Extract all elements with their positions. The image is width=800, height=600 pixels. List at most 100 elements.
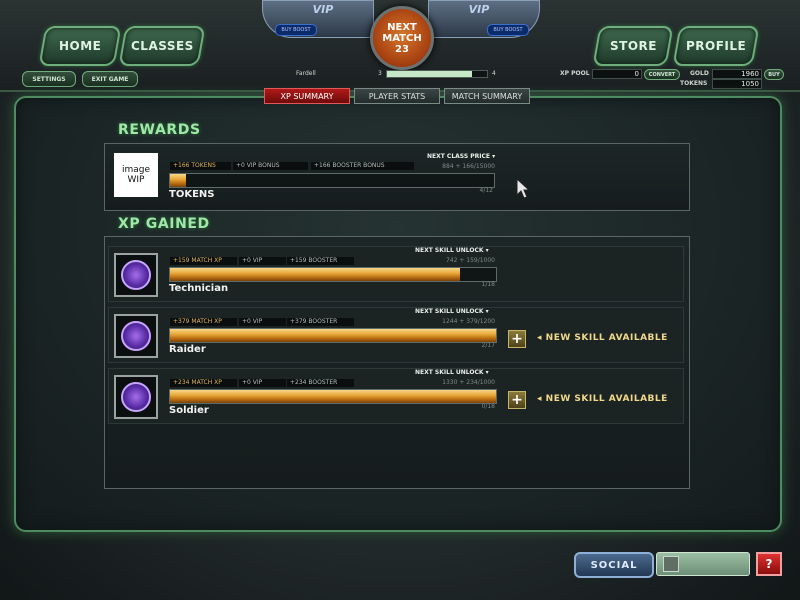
reward-progress-text: 884 + 166/15000: [442, 163, 495, 170]
buy-boost-right-button[interactable]: BUY BOOST: [487, 24, 529, 36]
gold-label: GOLD: [690, 70, 709, 77]
next-match-button[interactable]: NEXT MATCH 23: [370, 6, 434, 70]
skill-count: 1/18: [481, 281, 495, 288]
buy-gold-button[interactable]: BUY: [764, 69, 784, 80]
skill-pill-match-xp: +379 MATCH XP: [170, 318, 237, 326]
xp-pool-value: 0: [592, 69, 642, 79]
skill-emblem: [121, 321, 151, 351]
next-skill-unlock-text: NEXT SKILL UNLOCK: [415, 247, 484, 254]
social-button[interactable]: SOCIAL: [574, 552, 654, 578]
next-class-price-text: NEXT CLASS PRICE: [427, 153, 491, 160]
arrow-left-icon: ◂: [537, 333, 546, 343]
next-class-price-label: NEXT CLASS PRICE ▾: [427, 153, 495, 160]
classes-label: CLASSES: [130, 39, 194, 53]
exit-game-button[interactable]: EXIT GAME: [82, 71, 138, 87]
skill-count: 0/18: [481, 403, 495, 410]
next-skill-unlock-label: NEXT SKILL UNLOCK ▾: [415, 247, 489, 254]
skill-pill-vip: +0 VIP: [239, 318, 286, 326]
skill-progress-text: 1330 + 234/1000: [442, 379, 495, 386]
reward-image-label: image WIP: [121, 165, 151, 185]
skill-pill-booster: +234 BOOSTER: [287, 379, 354, 387]
level-next: 4: [492, 70, 496, 77]
skill-pill-vip: +0 VIP: [239, 257, 286, 265]
skill-pill-booster: +159 BOOSTER: [287, 257, 354, 265]
skill-progress-text: 742 + 159/1000: [445, 257, 495, 264]
new-skill-text: NEW SKILL AVAILABLE: [545, 394, 668, 404]
top-bar: HOME CLASSES SETTINGS EXIT GAME VIP BUY …: [0, 0, 800, 92]
skill-pill-match-xp: +159 MATCH XP: [170, 257, 237, 265]
skill-row: +234 MATCH XP +0 VIP +234 BOOSTER NEXT S…: [108, 368, 684, 424]
skill-progress-text: 1244 + 379/1200: [442, 318, 495, 325]
skill-progress-fill: [170, 268, 461, 281]
tab-player-stats[interactable]: PLAYER STATS: [354, 88, 440, 104]
question-icon[interactable]: ?: [756, 552, 782, 576]
vip-panel-right: VIP BUY BOOST: [428, 0, 540, 38]
vip-label-left: VIP: [312, 3, 334, 16]
skill-pill-vip: +0 VIP: [239, 379, 286, 387]
level-current: 3: [378, 70, 382, 77]
classes-button[interactable]: CLASSES: [118, 26, 206, 66]
vip-panel-left: VIP BUY BOOST: [262, 0, 374, 38]
skill-pill-booster: +379 BOOSTER: [287, 318, 354, 326]
skill-count: 2/17: [481, 342, 495, 349]
reward-count: 4/12: [479, 187, 493, 194]
settings-button[interactable]: SETTINGS: [22, 71, 76, 87]
reward-pill-tokens: +166 TOKENS: [170, 162, 231, 170]
skill-progress-bar: [169, 267, 497, 282]
crosshair-icon: [114, 253, 158, 297]
reward-progress-fill: [170, 174, 187, 187]
home-button[interactable]: HOME: [38, 26, 122, 66]
store-button[interactable]: STORE: [592, 26, 674, 66]
skill-row: +379 MATCH XP +0 VIP +379 BOOSTER NEXT S…: [108, 307, 684, 363]
reward-name: TOKENS: [169, 189, 215, 200]
reward-image-placeholder: image WIP: [114, 153, 158, 197]
convert-button[interactable]: CONVERT: [644, 69, 680, 80]
level-progress-fill: [387, 71, 472, 77]
chevron-down-icon: ▾: [485, 308, 489, 315]
vip-label-right: VIP: [468, 3, 490, 16]
skill-progress-fill: [170, 329, 496, 342]
next-skill-unlock-text: NEXT SKILL UNLOCK: [415, 369, 484, 376]
person-icon: [663, 556, 679, 572]
buy-boost-left-button[interactable]: BUY BOOST: [275, 24, 317, 36]
crosshair-icon: [114, 314, 158, 358]
reward-progress-bar: [169, 173, 495, 188]
skill-row: +159 MATCH XP +0 VIP +159 BOOSTER NEXT S…: [108, 246, 684, 302]
tab-xp-summary[interactable]: XP SUMMARY: [264, 88, 350, 104]
reward-pill-vip: +0 VIP BONUS: [233, 162, 308, 170]
next-skill-unlock-label: NEXT SKILL UNLOCK ▾: [415, 308, 489, 315]
new-skill-available: ◂ NEW SKILL AVAILABLE: [537, 394, 668, 404]
unlock-skill-button[interactable]: +: [508, 391, 526, 409]
chevron-down-icon: ▾: [485, 369, 489, 376]
skill-progress-bar: [169, 389, 497, 404]
skill-pill-match-xp: +234 MATCH XP: [170, 379, 237, 387]
store-label: STORE: [609, 39, 657, 53]
mouse-cursor-icon: [516, 178, 530, 199]
player-name: Fardell: [296, 70, 316, 77]
next-skill-unlock-text: NEXT SKILL UNLOCK: [415, 308, 484, 315]
profile-label: PROFILE: [685, 39, 747, 53]
home-label: HOME: [58, 39, 102, 53]
new-skill-available: ◂ NEW SKILL AVAILABLE: [537, 333, 668, 343]
rewards-card: image WIP +166 TOKENS +0 VIP BONUS +166 …: [104, 143, 690, 211]
tokens-value: 1050: [712, 79, 762, 89]
gold-value: 1960: [712, 69, 762, 79]
social-panel[interactable]: [656, 552, 750, 576]
skill-name: Technician: [169, 283, 229, 294]
profile-button[interactable]: PROFILE: [672, 26, 760, 66]
arrow-left-icon: ◂: [537, 394, 546, 404]
chevron-down-icon: ▾: [492, 153, 496, 160]
tab-match-summary[interactable]: MATCH SUMMARY: [444, 88, 530, 104]
next-match-line2: MATCH: [382, 32, 422, 44]
reward-pill-booster: +166 BOOSTER BONUS: [311, 162, 414, 170]
xp-pool-label: XP POOL: [560, 70, 590, 77]
crosshair-icon: [114, 375, 158, 419]
skill-name: Raider: [169, 344, 206, 355]
level-progress-bar: [386, 70, 488, 78]
unlock-skill-button[interactable]: +: [508, 330, 526, 348]
rewards-title: REWARDS: [118, 122, 201, 138]
chevron-down-icon: ▾: [485, 247, 489, 254]
skill-emblem: [121, 260, 151, 290]
skill-name: Soldier: [169, 405, 209, 416]
next-match-count: 23: [395, 43, 409, 55]
